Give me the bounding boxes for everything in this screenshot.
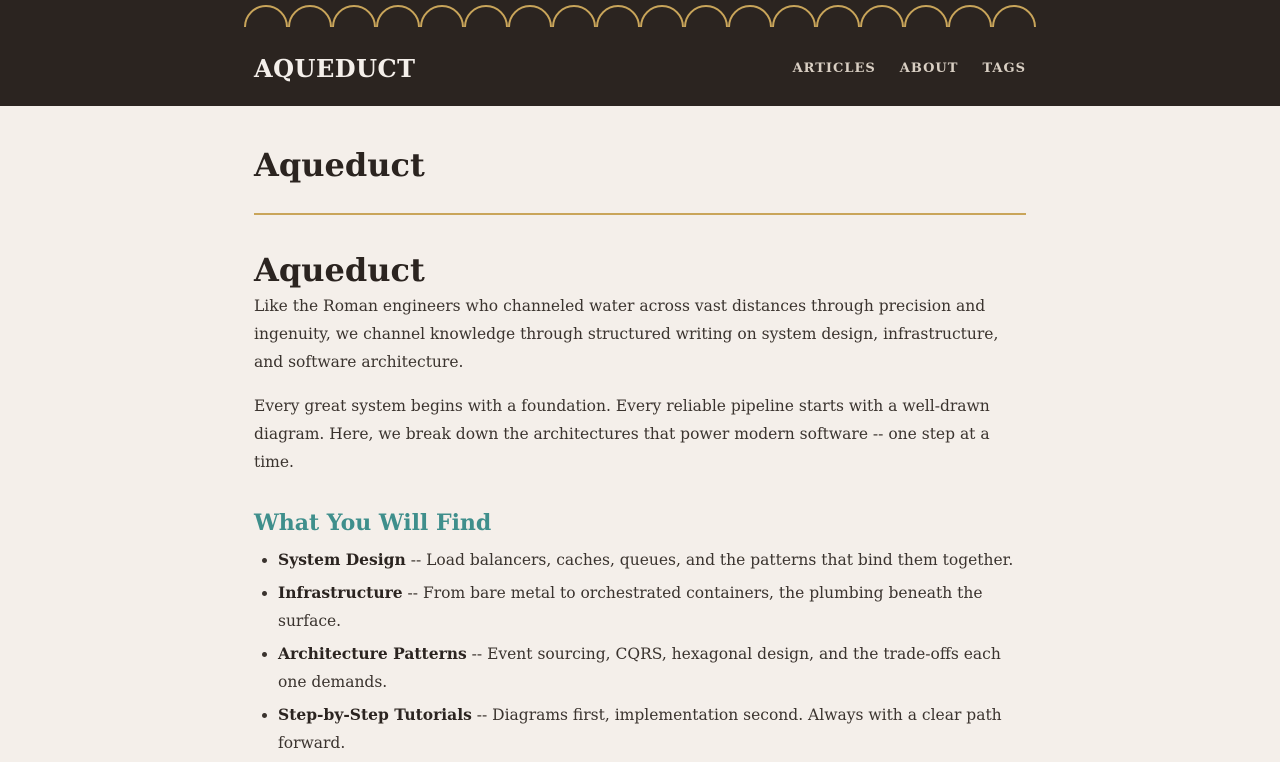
feature-title: Architecture Patterns xyxy=(278,644,467,663)
list-item: System Design -- Load balancers, caches,… xyxy=(278,546,1026,574)
article-heading: Aqueduct xyxy=(254,251,425,289)
site-header: AQUEDUCT ARTICLES ABOUT TAGS xyxy=(0,0,1280,106)
nav-articles[interactable]: ARTICLES xyxy=(793,61,876,76)
list-item: Infrastructure -- From bare metal to orc… xyxy=(278,579,1026,635)
intro-paragraph: Like the Roman engineers who channeled w… xyxy=(254,297,999,371)
arch-decoration xyxy=(244,5,1036,28)
title-divider xyxy=(254,213,1026,215)
feature-title: Infrastructure xyxy=(278,583,403,602)
section-heading: What You Will Find xyxy=(254,510,492,536)
article-body: Aqueduct Like the Roman engineers who ch… xyxy=(254,248,1026,762)
arch-path xyxy=(244,5,1036,28)
site-logo[interactable]: AQUEDUCT xyxy=(254,54,415,83)
list-item: Step-by-Step Tutorials -- Diagrams first… xyxy=(278,701,1026,757)
nav-about[interactable]: ABOUT xyxy=(900,61,959,76)
feature-title: Step-by-Step Tutorials xyxy=(278,705,472,724)
list-item: Architecture Patterns -- Event sourcing,… xyxy=(278,640,1026,696)
main-nav: ARTICLES ABOUT TAGS xyxy=(793,61,1026,76)
feature-description: -- Load balancers, caches, queues, and t… xyxy=(405,551,1014,569)
page-title: Aqueduct xyxy=(254,146,425,184)
foundation-paragraph: Every great system begins with a foundat… xyxy=(254,397,990,471)
feature-title: System Design xyxy=(278,550,406,569)
nav-tags[interactable]: TAGS xyxy=(982,61,1026,76)
feature-list: System Design -- Load balancers, caches,… xyxy=(254,546,1026,757)
